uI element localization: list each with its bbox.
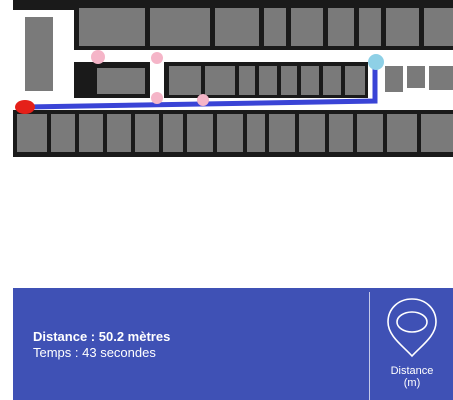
room: [301, 66, 319, 95]
corridor-upper: [74, 50, 453, 62]
room: [357, 114, 383, 152]
room: [79, 114, 103, 152]
room: [17, 114, 47, 152]
room: [299, 114, 325, 152]
distance-button-label-line2: (m): [403, 377, 421, 389]
room: [359, 8, 381, 46]
room: [407, 66, 425, 88]
room: [239, 66, 255, 95]
waypoint-marker: [151, 52, 163, 64]
room: [386, 8, 419, 46]
room: [150, 8, 210, 46]
room-left-tall: [25, 17, 53, 91]
floor-plan-svg: [13, 0, 453, 157]
end-marker: [368, 54, 384, 70]
room: [329, 114, 353, 152]
distance-button-label-line1: Distance: [390, 365, 434, 377]
room: [281, 66, 297, 95]
waypoint-marker: [151, 92, 163, 104]
room: [51, 114, 75, 152]
room: [247, 114, 265, 152]
route-summary: Distance : 50.2 mètres Temps : 43 second…: [33, 329, 170, 361]
room: [169, 66, 201, 95]
time-text: Temps : 43 secondes: [33, 345, 156, 360]
room: [215, 8, 259, 46]
app-screen: Distance : 50.2 mètres Temps : 43 second…: [0, 0, 453, 400]
room: [97, 68, 145, 94]
location-pin-icon: [387, 298, 437, 358]
waypoint-marker: [91, 50, 105, 64]
panel-divider: [369, 292, 370, 400]
room: [107, 114, 131, 152]
room: [264, 8, 286, 46]
room: [135, 114, 159, 152]
room: [421, 114, 453, 152]
room: [323, 66, 341, 95]
room: [163, 114, 183, 152]
room: [328, 8, 354, 46]
start-marker: [15, 100, 35, 114]
room: [387, 114, 417, 152]
room: [269, 114, 295, 152]
distance-text: Distance : 50.2 mètres: [33, 329, 171, 344]
route-info-panel: Distance : 50.2 mètres Temps : 43 second…: [13, 288, 453, 400]
bottom-rooms: [17, 114, 453, 152]
top-rooms: [79, 8, 453, 46]
room: [385, 66, 403, 92]
distance-button[interactable]: Distance (m): [371, 288, 453, 400]
room: [79, 8, 145, 46]
room: [291, 8, 323, 46]
room: [259, 66, 277, 95]
room: [217, 114, 243, 152]
room: [429, 66, 453, 90]
room: [424, 8, 453, 46]
distance-button-label: Distance (m): [371, 365, 453, 389]
room: [187, 114, 213, 152]
room: [205, 66, 235, 95]
waypoint-marker: [197, 94, 209, 106]
room: [345, 66, 365, 95]
floor-plan-map[interactable]: [13, 0, 453, 157]
